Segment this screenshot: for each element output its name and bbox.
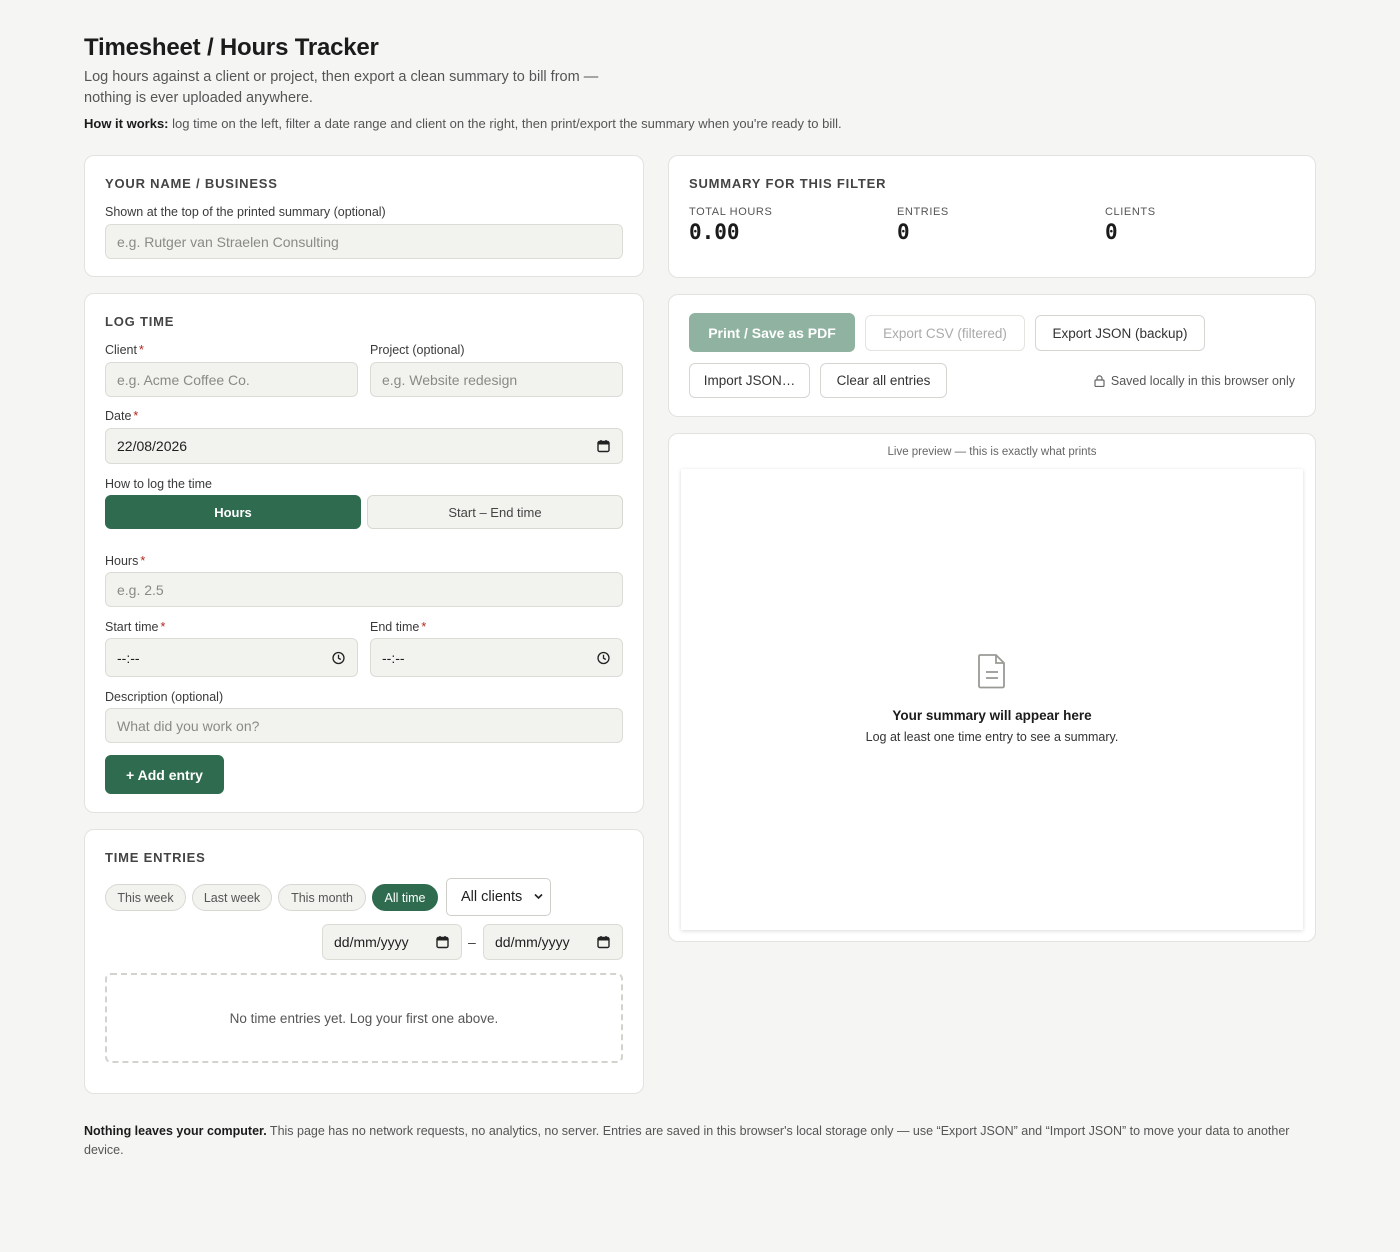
privacy-footer: Nothing leaves your computer. This page … xyxy=(84,1122,1316,1160)
export-csv-button[interactable]: Export CSV (filtered) xyxy=(865,315,1025,351)
project-placeholder: e.g. Website redesign xyxy=(382,371,518,388)
import-json-button[interactable]: Import JSON… xyxy=(689,363,810,398)
end-time-input[interactable]: --:-- xyxy=(370,638,623,677)
business-card: Your name / business Shown at the top of… xyxy=(84,155,644,277)
page-title: Timesheet / Hours Tracker xyxy=(84,34,379,61)
preview-caption: Live preview — this is exactly what prin… xyxy=(887,446,1097,458)
date-range-separator: – xyxy=(468,934,476,950)
mode-hours-button[interactable]: Hours xyxy=(105,495,361,529)
description-placeholder: What did you work on? xyxy=(117,717,260,734)
entries-empty-state: No time entries yet. Log your first one … xyxy=(105,973,623,1063)
print-pdf-button[interactable]: Print / Save as PDF xyxy=(689,313,855,352)
how-it-works-label: How it works: xyxy=(84,116,169,131)
log-time-title: Log time xyxy=(105,314,175,329)
entries-count-value: 0 xyxy=(897,220,910,244)
project-label: Project (optional) xyxy=(370,343,465,357)
client-label: Client * xyxy=(105,343,144,357)
start-time-label-text: Start time xyxy=(105,620,159,634)
calendar-icon[interactable] xyxy=(436,936,449,949)
date-from-value: dd/mm/yyyy xyxy=(334,934,409,950)
client-input[interactable]: e.g. Acme Coffee Co. xyxy=(105,362,358,397)
hours-label: Hours * xyxy=(105,554,145,568)
end-time-label: End time * xyxy=(370,620,426,634)
description-label: Description (optional) xyxy=(105,690,224,704)
date-to-input[interactable]: dd/mm/yyyy xyxy=(483,924,623,960)
business-title: Your name / business xyxy=(105,176,278,191)
required-mark: * xyxy=(160,620,166,634)
calendar-icon[interactable] xyxy=(597,936,610,949)
how-it-works-text: log time on the left, filter a date rang… xyxy=(168,116,842,131)
description-input[interactable]: What did you work on? xyxy=(105,708,623,743)
preview-empty-title: Your summary will appear here xyxy=(892,708,1092,723)
time-entries-title: Time entries xyxy=(105,850,206,865)
preview-card: Live preview — this is exactly what prin… xyxy=(668,433,1316,942)
hours-placeholder: e.g. 2.5 xyxy=(117,581,164,598)
clock-icon[interactable] xyxy=(597,651,610,664)
clients-count-value: 0 xyxy=(1105,220,1118,244)
page-subtitle: Log hours against a client or project, t… xyxy=(84,69,599,106)
log-time-card: Log time Client * e.g. Acme Coffee Co. Pr… xyxy=(84,293,644,813)
start-time-value: --:-- xyxy=(117,649,140,666)
entries-empty-text: No time entries yet. Log your first one … xyxy=(229,1010,499,1026)
start-time-label: Start time * xyxy=(105,620,165,634)
filter-this-week[interactable]: This week xyxy=(105,884,186,911)
filter-this-month[interactable]: This month xyxy=(278,884,366,911)
summary-title: Summary for this filter xyxy=(689,176,887,191)
summary-card: Summary for this filter Total hours 0.00… xyxy=(668,155,1316,278)
required-mark: * xyxy=(133,409,139,423)
end-time-label-text: End time xyxy=(370,620,420,634)
preview-paper: Your summary will appear here Log at lea… xyxy=(681,469,1303,930)
saved-locally-text: Saved locally in this browser only xyxy=(1110,374,1295,388)
business-name-input[interactable]: e.g. Rutger van Straelen Consulting xyxy=(105,224,623,259)
date-label: Date * xyxy=(105,409,138,423)
client-label-text: Client xyxy=(105,343,137,357)
date-to-value: dd/mm/yyyy xyxy=(495,934,570,950)
end-time-value: --:-- xyxy=(382,649,405,666)
required-mark: * xyxy=(421,620,427,634)
filter-last-week[interactable]: Last week xyxy=(192,884,272,911)
add-entry-button[interactable]: + Add entry xyxy=(105,755,224,794)
hours-input[interactable]: e.g. 2.5 xyxy=(105,572,623,607)
required-mark: * xyxy=(140,554,146,568)
entries-count-label: Entries xyxy=(897,206,949,218)
privacy-footer-strong: Nothing leaves your computer. xyxy=(84,1124,267,1138)
preview-empty-state: Your summary will appear here Log at lea… xyxy=(681,653,1303,744)
business-label: Shown at the top of the printed summary … xyxy=(105,205,386,219)
project-input[interactable]: e.g. Website redesign xyxy=(370,362,623,397)
actions-card: Print / Save as PDF Export CSV (filtered… xyxy=(668,294,1316,417)
client-placeholder: e.g. Acme Coffee Co. xyxy=(117,371,250,388)
date-input[interactable]: 22/08/2026 xyxy=(105,428,623,464)
mode-label: How to log the time xyxy=(105,477,212,491)
date-from-input[interactable]: dd/mm/yyyy xyxy=(322,924,462,960)
client-filter-select[interactable]: All clients xyxy=(446,878,551,916)
calendar-icon[interactable] xyxy=(597,440,610,453)
mode-start-end-button[interactable]: Start – End time xyxy=(367,495,623,529)
document-icon xyxy=(977,653,1007,694)
required-mark: * xyxy=(138,343,144,357)
filter-all-time[interactable]: All time xyxy=(372,884,438,911)
how-it-works: How it works: log time on the left, filt… xyxy=(84,116,842,131)
export-json-button[interactable]: Export JSON (backup) xyxy=(1035,315,1205,351)
saved-locally-note: Saved locally in this browser only xyxy=(1094,374,1295,388)
lock-icon xyxy=(1094,375,1105,387)
business-name-placeholder: e.g. Rutger van Straelen Consulting xyxy=(117,233,339,250)
clients-count-label: Clients xyxy=(1105,206,1156,218)
date-label-text: Date xyxy=(105,409,132,423)
preview-empty-text: Log at least one time entry to see a sum… xyxy=(865,730,1119,744)
hours-label-text: Hours xyxy=(105,554,139,568)
select-chevron-icon xyxy=(534,893,543,900)
time-entries-card: Time entries This week Last week This mo… xyxy=(84,829,644,1094)
start-time-input[interactable]: --:-- xyxy=(105,638,358,677)
clock-icon[interactable] xyxy=(332,651,345,664)
date-value: 22/08/2026 xyxy=(117,438,188,454)
client-filter-value: All clients xyxy=(461,889,523,905)
total-hours-value: 0.00 xyxy=(689,220,740,244)
clear-entries-button[interactable]: Clear all entries xyxy=(820,363,947,398)
total-hours-label: Total hours xyxy=(689,206,773,218)
